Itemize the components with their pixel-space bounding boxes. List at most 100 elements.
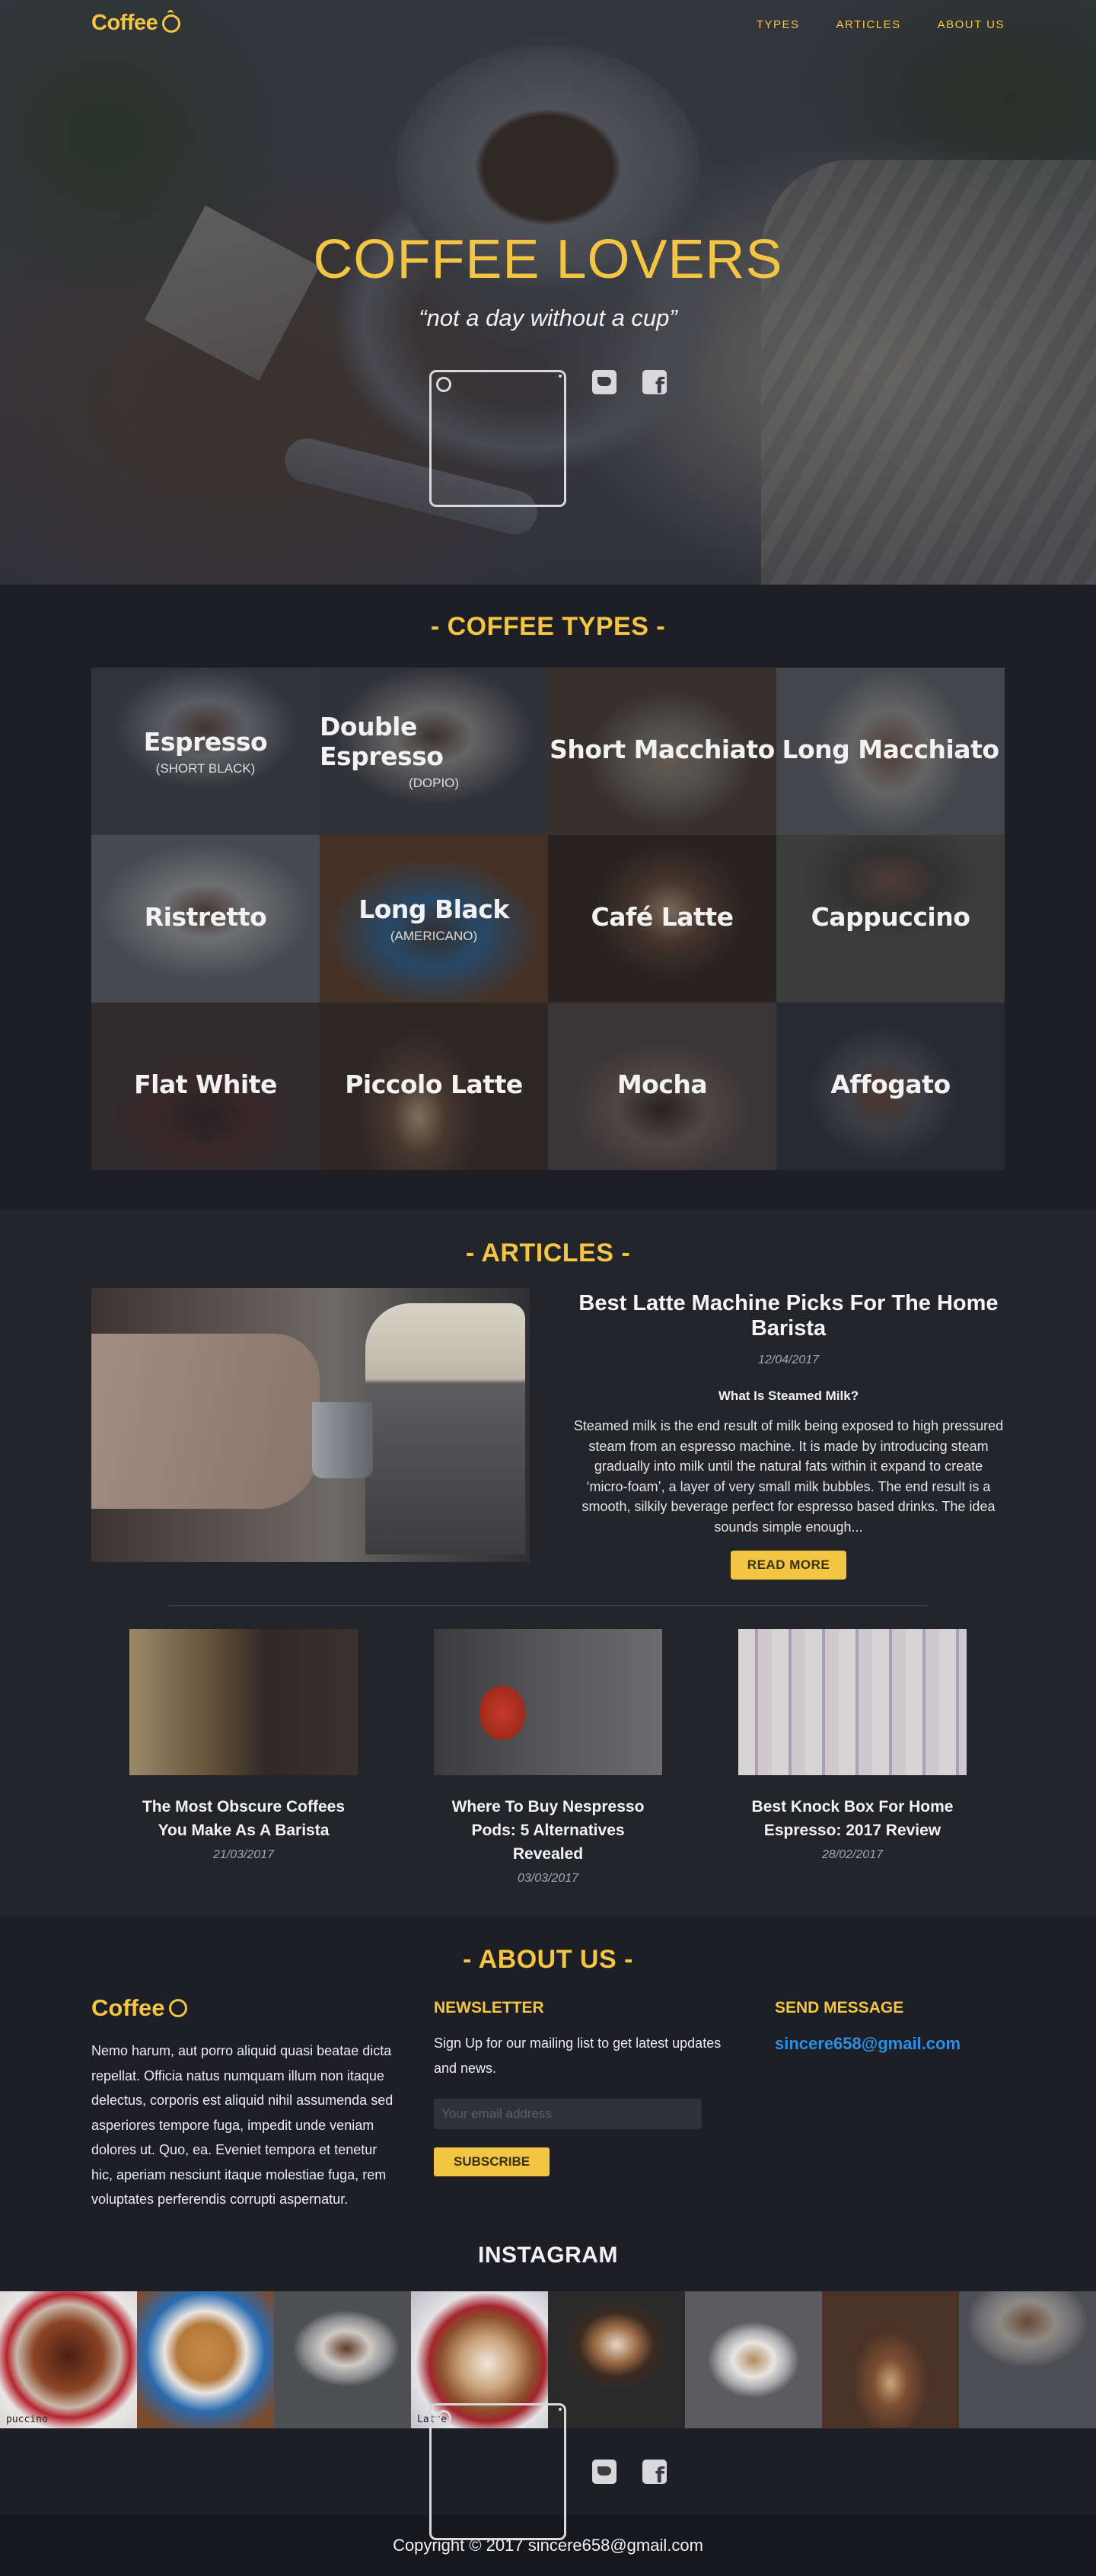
- coffee-tile-name: Piccolo Latte: [345, 1069, 523, 1099]
- coffee-tile-name: Mocha: [616, 1069, 708, 1099]
- articles-section: - ARTICLES - Best Latte Machine Picks Fo…: [0, 1210, 1096, 1916]
- coffee-types-section: - COFFEE TYPES - Espresso (SHORT BLACK) …: [0, 585, 1096, 1210]
- coffee-tile-double-espresso[interactable]: Double Espresso (DOPIO): [320, 668, 548, 835]
- about-columns: Coffee Nemo harum, aut porro aliquid qua…: [91, 1994, 1005, 2212]
- coffee-tile-subname: (AMERICANO): [390, 928, 478, 943]
- newsletter-heading: NEWSLETTER: [434, 1999, 544, 2016]
- hero-social-links: [0, 370, 1096, 507]
- espresso-machine: [365, 1303, 525, 1554]
- coffee-tile-piccolo-latte[interactable]: Piccolo Latte: [320, 1003, 548, 1170]
- coffee-types-heading: - COFFEE TYPES -: [430, 612, 666, 641]
- instagram-heading: INSTAGRAM: [478, 2242, 618, 2268]
- coffee-tile-flat-white[interactable]: Flat White: [91, 1003, 320, 1170]
- featured-article-title[interactable]: Best Latte Machine Picks For The Home Ba…: [572, 1291, 1005, 1341]
- coffee-tile-name: Espresso: [143, 726, 268, 757]
- coffee-tile-name: Cappuccino: [811, 901, 970, 932]
- newsletter-column: NEWSLETTER Sign Up for our mailing list …: [434, 1994, 740, 2212]
- featured-article: Best Latte Machine Picks For The Home Ba…: [91, 1288, 1005, 1580]
- instagram-caption: puccino: [6, 2413, 48, 2425]
- article-card-image[interactable]: [738, 1629, 967, 1775]
- article-list: The Most Obscure Coffees You Make As A B…: [91, 1629, 1005, 1886]
- article-card-date: 03/03/2017: [517, 1872, 579, 1885]
- top-nav: Coffee TYPES ARTICLES ABOUT US: [0, 0, 1096, 53]
- instagram-photo[interactable]: [137, 2291, 274, 2428]
- twitter-icon[interactable]: [592, 2459, 616, 2484]
- about-column: Coffee Nemo harum, aut porro aliquid qua…: [91, 1994, 394, 2212]
- facebook-icon[interactable]: [642, 370, 667, 398]
- milk-pitcher: [312, 1402, 373, 1478]
- coffee-cup-icon: [162, 9, 181, 33]
- instagram-photo[interactable]: [548, 2291, 685, 2428]
- article-card-image[interactable]: [129, 1629, 358, 1775]
- article-card[interactable]: Best Knock Box For Home Espresso: 2017 R…: [738, 1629, 967, 1886]
- article-card-title[interactable]: Best Knock Box For Home Espresso: 2017 R…: [738, 1795, 967, 1842]
- subscribe-button[interactable]: SUBSCRIBE: [434, 2147, 550, 2176]
- about-logo: Coffee: [91, 1994, 394, 2022]
- coffee-tile-ristretto[interactable]: Ristretto: [91, 835, 320, 1003]
- article-card-title[interactable]: Where To Buy Nespresso Pods: 5 Alternati…: [434, 1795, 662, 1866]
- instagram-photo[interactable]: [685, 2291, 822, 2428]
- hero-content: COFFEE LOVERS “not a day without a cup”: [0, 228, 1096, 507]
- instagram-photo[interactable]: puccino: [0, 2291, 137, 2428]
- nav-link-articles[interactable]: ARTICLES: [836, 18, 901, 31]
- instagram-icon[interactable]: [429, 370, 566, 507]
- coffee-tile-espresso[interactable]: Espresso (SHORT BLACK): [91, 668, 320, 835]
- about-section: - ABOUT US - Coffee Nemo harum, aut porr…: [0, 1916, 1096, 2243]
- hero-title: COFFEE LOVERS: [313, 229, 783, 290]
- instagram-icon[interactable]: [429, 2402, 566, 2540]
- coffee-tile-long-black[interactable]: Long Black (AMERICANO): [320, 835, 548, 1003]
- site-logo[interactable]: Coffee: [91, 9, 181, 36]
- contact-email-link[interactable]: sincere658@gmail.com: [775, 2034, 1005, 2054]
- twitter-icon[interactable]: [592, 370, 616, 394]
- coffee-tile-name: Long Macchiato: [782, 734, 999, 764]
- coffee-tile-name: Double Espresso: [320, 712, 444, 771]
- nav-link-about-us[interactable]: ABOUT US: [938, 18, 1005, 31]
- newsletter-email-input[interactable]: [434, 2099, 702, 2129]
- coffee-tile-affogato[interactable]: Affogato: [776, 1003, 1005, 1170]
- coffee-tile-subname: (SHORT BLACK): [155, 760, 256, 776]
- instagram-photo[interactable]: [959, 2291, 1096, 2428]
- featured-article-subheading: What Is Steamed Milk?: [718, 1388, 859, 1403]
- coffee-tile-mocha[interactable]: Mocha: [548, 1003, 776, 1170]
- facebook-icon[interactable]: [642, 2459, 667, 2488]
- coffee-tile-name: Café Latte: [591, 901, 734, 932]
- newsletter-text: Sign Up for our mailing list to get late…: [434, 2036, 722, 2076]
- hero-subtitle: “not a day without a cup”: [419, 304, 677, 331]
- instagram-photo[interactable]: [274, 2291, 411, 2428]
- coffee-tile-cappuccino[interactable]: Cappuccino: [776, 835, 1005, 1003]
- articles-divider: [167, 1605, 929, 1606]
- coffee-tile-cafe-latte[interactable]: Café Latte: [548, 835, 776, 1003]
- nav-link-types[interactable]: TYPES: [757, 18, 800, 31]
- article-card-image[interactable]: [434, 1629, 662, 1775]
- featured-article-date: 12/04/2017: [757, 1353, 820, 1366]
- read-more-button[interactable]: READ MORE: [730, 1551, 847, 1580]
- coffee-tile-subname: (DOPIO): [408, 776, 460, 790]
- instagram-section: INSTAGRAM puccino Latte: [0, 2242, 1096, 2428]
- article-card-date: 28/02/2017: [821, 1848, 884, 1861]
- article-card[interactable]: The Most Obscure Coffees You Make As A B…: [129, 1629, 358, 1886]
- coffee-tile-name: Ristretto: [144, 901, 267, 932]
- coffee-tile-name: Long Black: [358, 894, 509, 924]
- coffee-tile-short-macchiato[interactable]: Short Macchiato: [548, 668, 776, 835]
- coffee-tile-name: Flat White: [134, 1069, 277, 1099]
- barista-arm: [91, 1334, 320, 1509]
- send-message-heading: SEND MESSAGE: [775, 1999, 904, 2016]
- article-card[interactable]: Where To Buy Nespresso Pods: 5 Alternati…: [434, 1629, 662, 1886]
- nav-links: TYPES ARTICLES ABOUT US: [757, 18, 1005, 31]
- featured-article-image[interactable]: [91, 1288, 530, 1562]
- message-column: SEND MESSAGE sincere658@gmail.com: [775, 1994, 1005, 2212]
- coffee-cup-icon: [169, 1999, 188, 2017]
- about-text: Nemo harum, aut porro aliquid quasi beat…: [91, 2043, 393, 2207]
- about-logo-text: Coffee: [91, 1994, 165, 2021]
- articles-heading: - ARTICLES -: [465, 1239, 631, 1267]
- hero-section: Coffee TYPES ARTICLES ABOUT US COFFEE LO…: [0, 0, 1096, 585]
- coffee-tile-name: Short Macchiato: [550, 734, 775, 764]
- article-card-title[interactable]: The Most Obscure Coffees You Make As A B…: [129, 1795, 358, 1842]
- featured-article-text: Best Latte Machine Picks For The Home Ba…: [572, 1288, 1005, 1580]
- instagram-photo[interactable]: [822, 2291, 959, 2428]
- logo-text: Coffee: [91, 11, 158, 35]
- article-card-date: 21/03/2017: [212, 1848, 275, 1861]
- footer-social-links: [0, 2402, 1096, 2540]
- coffee-tile-long-macchiato[interactable]: Long Macchiato: [776, 668, 1005, 835]
- featured-article-excerpt: Steamed milk is the end result of milk b…: [573, 1418, 1004, 1535]
